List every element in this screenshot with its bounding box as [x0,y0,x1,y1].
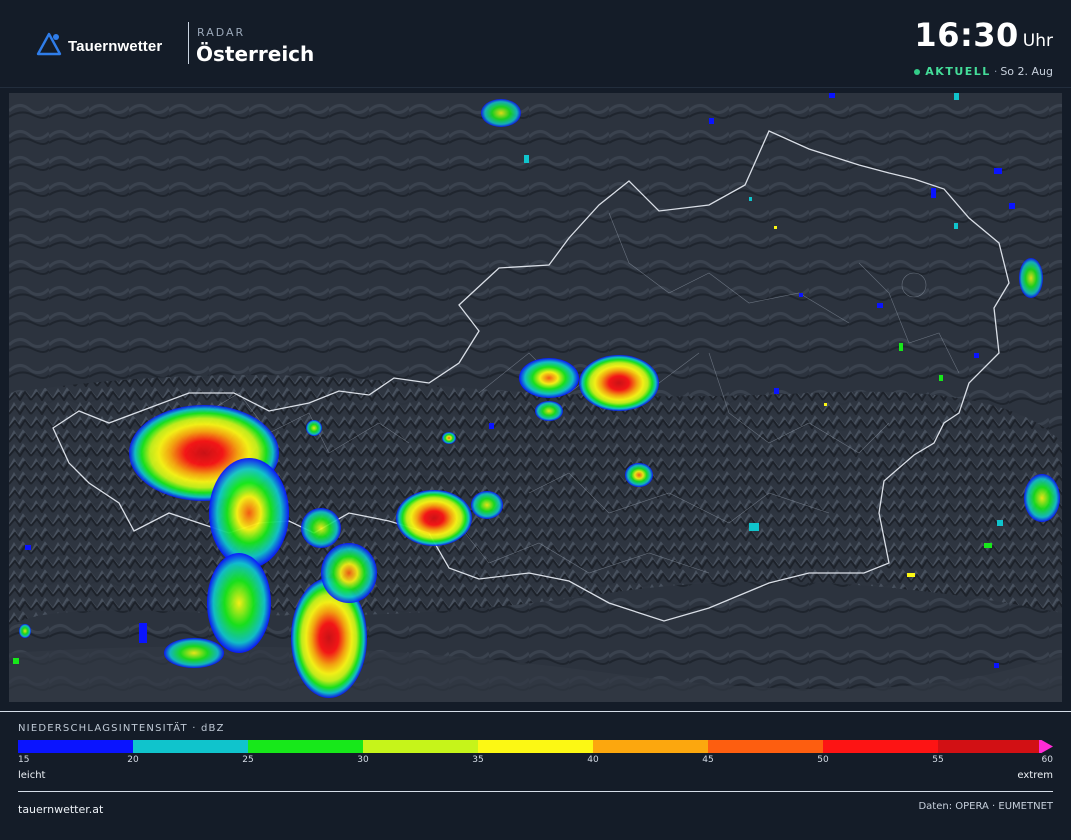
radar-map[interactable] [9,93,1062,702]
footer-data-credits: Daten: OPERA · EUMETNET [918,801,1053,812]
scale-segment [593,740,708,753]
scale-segment [248,740,363,753]
scale-segment [938,740,1053,753]
status-line: AKTUELL · So 2. Aug [914,65,1053,78]
radar-map-canvas [9,93,1062,702]
mountain-logo-icon [36,32,62,60]
legend-title: NIEDERSCHLAGSINTENSITÄT · dBZ [18,723,225,734]
header-divider [188,22,189,64]
scale-segment [823,740,938,753]
status-live: AKTUELL [925,65,991,78]
scale-tick-label: 20 [127,755,139,765]
scale-tick-label: 25 [242,755,254,765]
scale-tick-label: 45 [702,755,714,765]
intensity-color-scale [18,740,1053,753]
scale-tick-label: 35 [472,755,484,765]
section-kicker: RADAR [197,26,246,39]
status-separator: · [993,65,998,78]
header: Tauernwetter RADAR Österreich 16:30 Uhr A… [0,0,1071,88]
scale-tick-label: 40 [587,755,599,765]
scale-segment [133,740,248,753]
time-value: 16:30 [914,16,1019,54]
scale-segment [708,740,823,753]
scale-segment [363,740,478,753]
scale-tick-label: 50 [817,755,829,765]
scale-tick-label: 55 [932,755,944,765]
scale-segment [18,740,133,753]
scale-segment [478,740,593,753]
region-title: Österreich [196,42,315,66]
legend-high-label: extrem [1017,770,1053,781]
live-dot-icon [914,68,921,75]
status-date: So 2. Aug [1000,65,1053,78]
footer-site-link[interactable]: tauernwetter.at [18,803,103,816]
time-unit: Uhr [1022,31,1053,51]
scale-tick-label: 15 [18,755,30,765]
scale-tick-label: 60 [1041,755,1053,765]
brand-name: Tauernwetter [68,37,163,55]
legend-low-label: leicht [18,770,46,781]
legend-top-rule [0,711,1071,712]
timestamp: 16:30 Uhr [914,16,1053,54]
legend-bottom-rule [18,791,1053,792]
brand-logo[interactable]: Tauernwetter [36,32,162,60]
scale-tick-label: 30 [357,755,369,765]
